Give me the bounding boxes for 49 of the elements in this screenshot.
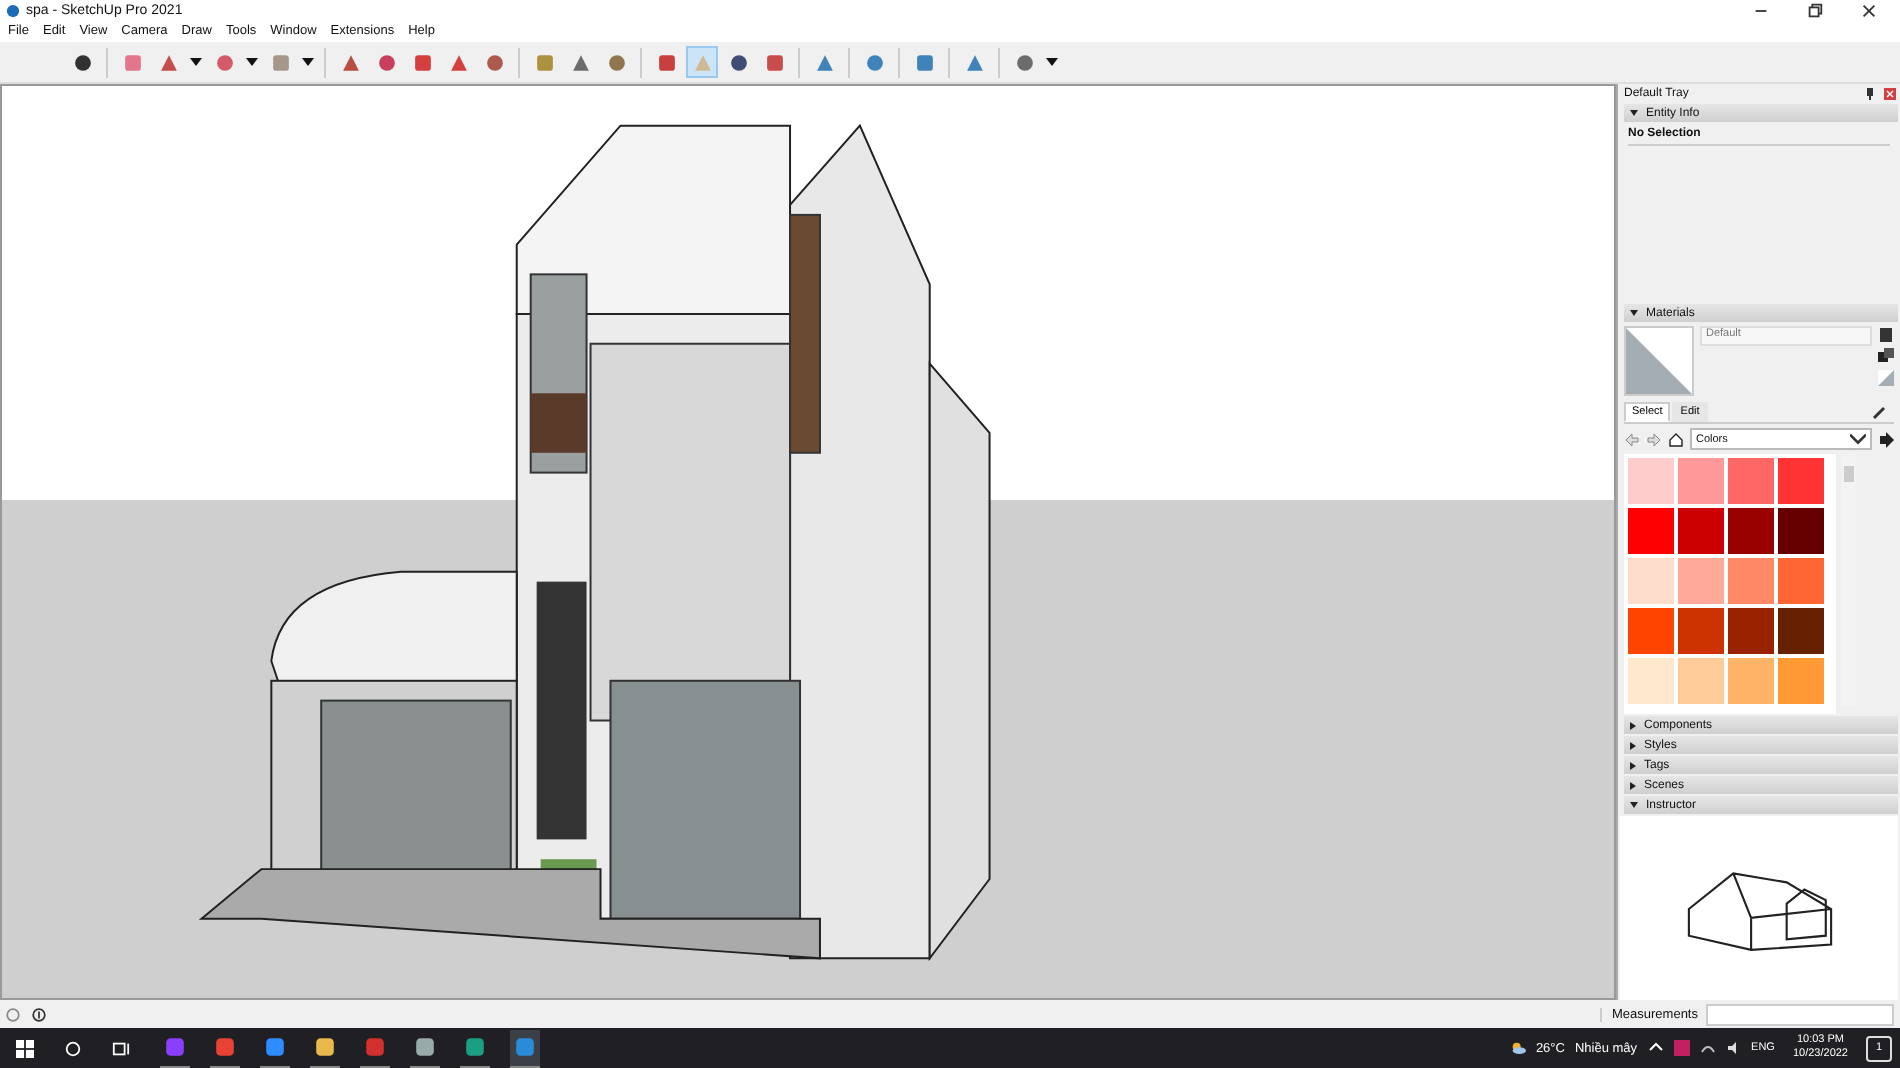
color-swatch[interactable]: [1628, 658, 1674, 704]
model-viewport[interactable]: [0, 84, 1616, 1000]
color-swatch[interactable]: [1678, 458, 1724, 504]
forward-arrow-icon[interactable]: [1646, 431, 1662, 447]
details-arrow-icon[interactable]: [1878, 431, 1894, 447]
color-swatch[interactable]: [1778, 658, 1824, 704]
color-swatch[interactable]: [1678, 658, 1724, 704]
pin-icon[interactable]: [1864, 88, 1876, 100]
search-icon[interactable]: [64, 1039, 82, 1057]
caret-icon[interactable]: [246, 58, 258, 66]
color-swatch[interactable]: [1778, 558, 1824, 604]
restore-icon[interactable]: [1806, 1, 1824, 19]
color-swatch[interactable]: [1678, 508, 1724, 554]
color-swatch[interactable]: [1778, 458, 1824, 504]
color-swatch[interactable]: [1728, 558, 1774, 604]
paint-can-icon[interactable]: [1878, 326, 1894, 342]
color-swatch[interactable]: [1728, 608, 1774, 654]
color-swatch[interactable]: [1628, 458, 1674, 504]
color-swatch[interactable]: [1628, 558, 1674, 604]
app-logo-icon: [6, 3, 20, 17]
color-swatch[interactable]: [1628, 608, 1674, 654]
snowflake-app-taskbar-button[interactable]: [510, 1029, 540, 1067]
caret-icon[interactable]: [302, 58, 314, 66]
chevron-down-icon: [1850, 431, 1866, 447]
color-swatch[interactable]: [1628, 508, 1674, 554]
eyedropper-icon[interactable]: [1872, 404, 1888, 420]
caret-icon[interactable]: [1046, 58, 1058, 66]
color-swatch[interactable]: [1678, 558, 1724, 604]
material-thumbnail-icon[interactable]: [1878, 370, 1894, 386]
material-preview: [1624, 326, 1694, 396]
color-swatch[interactable]: [1728, 658, 1774, 704]
user-status-icon[interactable]: [32, 1007, 46, 1021]
color-swatch[interactable]: [1678, 608, 1724, 654]
caret-icon[interactable]: [190, 58, 202, 66]
info-icon[interactable]: [6, 1007, 20, 1021]
windows-start-icon[interactable]: [16, 1039, 34, 1057]
weather-cloud-icon[interactable]: [1509, 1040, 1526, 1056]
cubes-icon[interactable]: [1878, 348, 1894, 364]
task-view-icon[interactable]: [112, 1039, 130, 1057]
chevron-up-icon[interactable]: [1647, 1040, 1664, 1056]
color-swatch[interactable]: [1778, 608, 1824, 654]
back-arrow-icon[interactable]: [1624, 431, 1640, 447]
color-swatch[interactable]: [1728, 508, 1774, 554]
color-swatch[interactable]: [1728, 458, 1774, 504]
home-icon[interactable]: [1668, 431, 1684, 447]
color-swatch[interactable]: [1778, 508, 1824, 554]
measurements-field[interactable]: [1706, 1003, 1894, 1025]
close-icon[interactable]: [1860, 1, 1878, 19]
speaker-icon[interactable]: [1725, 1040, 1742, 1056]
